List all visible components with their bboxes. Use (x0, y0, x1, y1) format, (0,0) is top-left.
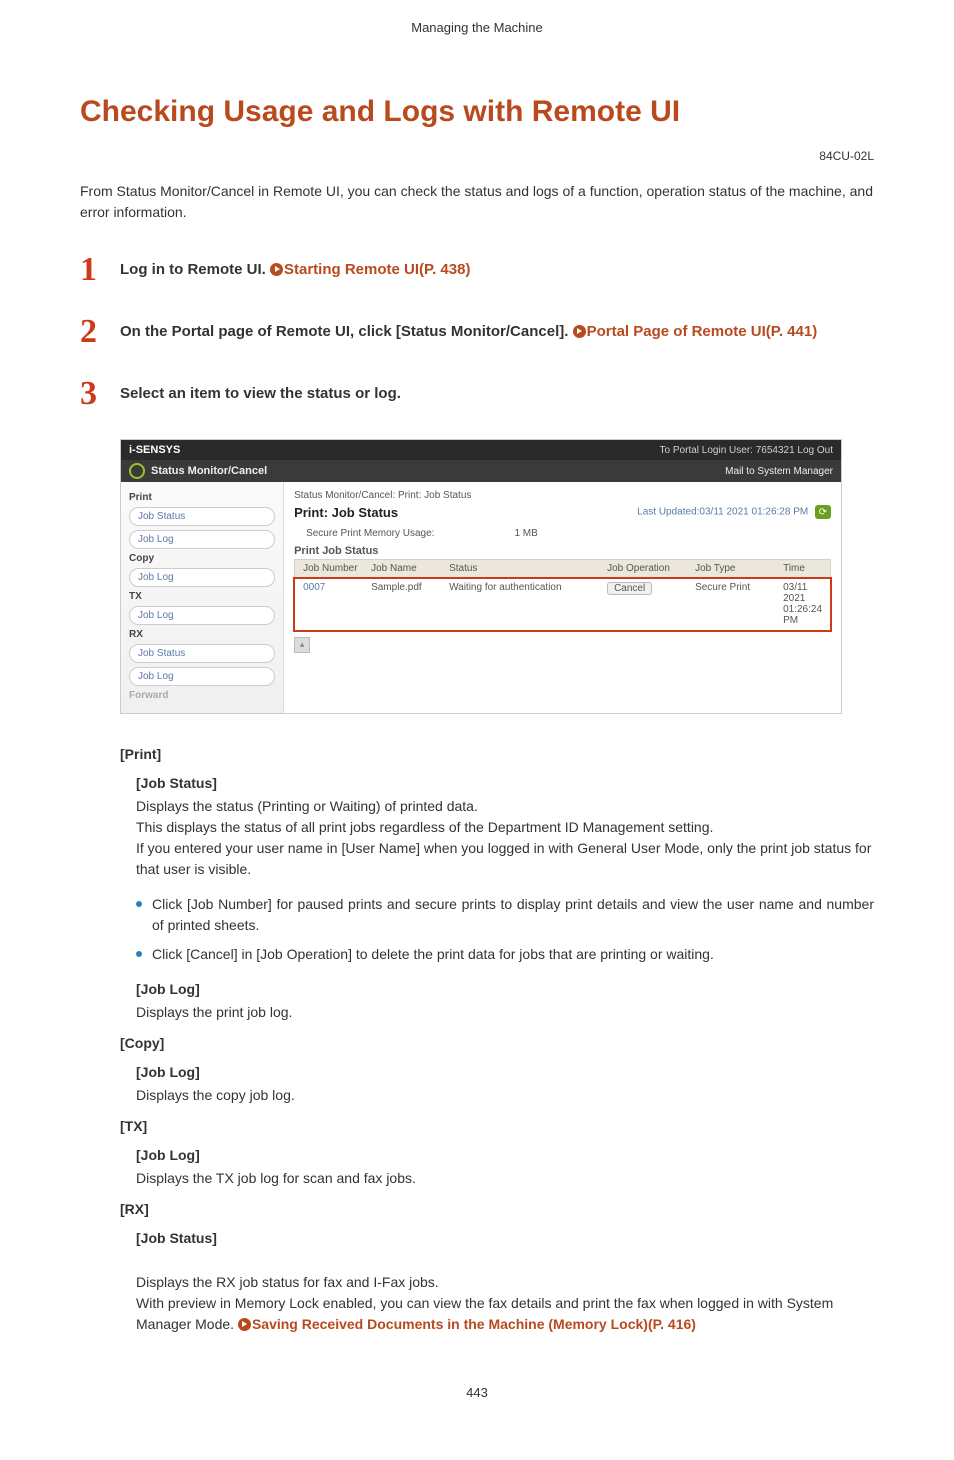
ss-mem-label: Secure Print Memory Usage: (306, 528, 434, 539)
def-print-jobstatus-body: Displays the status (Printing or Waiting… (136, 796, 874, 880)
cell-operation: Cancel (603, 582, 691, 626)
step-link[interactable]: Portal Page of Remote UI(P. 441) (587, 323, 818, 340)
def-print-joblog-body: Displays the print job log. (136, 1002, 874, 1023)
ss-sidebar: Print Job Status Job Log Copy Job Log TX… (121, 482, 284, 713)
ss-side-group: RX (129, 629, 275, 640)
ss-side-item: Job Status (129, 507, 275, 526)
step-2: 2 On the Portal page of Remote UI, click… (80, 315, 874, 349)
cell-job-number: 0007 (299, 582, 367, 626)
step-number: 3 (80, 377, 120, 411)
ss-mail-link: Mail to System Manager (725, 466, 833, 477)
gear-icon (129, 463, 145, 479)
intro-paragraph: From Status Monitor/Cancel in Remote UI,… (80, 181, 874, 223)
cell-time: 03/11 2021 01:26:24 PM (779, 582, 826, 626)
ss-heading: Print: Job Status (294, 505, 398, 520)
ss-breadcrumb: Status Monitor/Cancel: Print: Job Status (294, 490, 831, 501)
ss-section-bar: Status Monitor/Cancel Mail to System Man… (121, 460, 841, 482)
def-tx-joblog-body: Displays the TX job log for scan and fax… (136, 1168, 874, 1189)
ss-side-group: Forward (129, 690, 275, 701)
back-to-top-icon: ▴ (294, 637, 310, 653)
def-rx-link[interactable]: Saving Received Documents in the Machine… (252, 1316, 696, 1332)
ss-side-item: Job Log (129, 568, 275, 587)
ss-table-row: 0007 Sample.pdf Waiting for authenticati… (294, 578, 831, 631)
col-header: Status (445, 563, 603, 574)
step-text: On the Portal page of Remote UI, click [… (120, 323, 573, 340)
ss-side-group: Copy (129, 553, 275, 564)
bullet-item: Click [Job Number] for paused prints and… (136, 894, 874, 936)
ss-titlebar: i-SENSYS To Portal Login User: 7654321 L… (121, 440, 841, 460)
link-icon (573, 325, 586, 338)
step-body: On the Portal page of Remote UI, click [… (120, 315, 874, 344)
def-copy-heading: [Copy] (120, 1033, 874, 1054)
col-header: Job Name (367, 563, 445, 574)
ss-side-group: Print (129, 492, 275, 503)
ss-last-updated: Last Updated:03/11 2021 01:26:28 PM ⟳ (637, 505, 831, 524)
col-header: Job Number (299, 563, 367, 574)
ss-side-item: Job Log (129, 667, 275, 686)
def-rx-heading: [RX] (120, 1199, 874, 1220)
def-print-heading: [Print] (120, 744, 874, 765)
def-rx-jobstatus-heading: [Job Status] (136, 1228, 874, 1249)
step-text: Select an item to view the status or log… (120, 385, 401, 402)
def-tx-joblog-heading: [Job Log] (136, 1145, 874, 1166)
ss-footer: ▴ (294, 631, 831, 663)
ss-main: Status Monitor/Cancel: Print: Job Status… (284, 482, 841, 713)
ss-side-item: Job Log (129, 606, 275, 625)
cell-job-name: Sample.pdf (367, 582, 445, 626)
step-number: 2 (80, 315, 120, 349)
col-header: Time (779, 563, 826, 574)
page-number: 443 (80, 1385, 874, 1400)
ss-side-item: Job Log (129, 530, 275, 549)
ss-brand: i-SENSYS (129, 444, 180, 456)
step-body: Select an item to view the status or log… (120, 377, 874, 406)
ss-side-item: Job Status (129, 644, 275, 663)
step-body: Log in to Remote UI. Starting Remote UI(… (120, 253, 874, 282)
link-icon (270, 263, 283, 276)
def-copy-joblog-body: Displays the copy job log. (136, 1085, 874, 1106)
ss-side-group: TX (129, 591, 275, 602)
col-header: Job Operation (603, 563, 691, 574)
cancel-button: Cancel (607, 582, 652, 595)
ss-section-title: Status Monitor/Cancel (151, 465, 267, 477)
document-code: 84CU-02L (80, 149, 874, 163)
cell-type: Secure Print (691, 582, 779, 626)
ss-table-header: Job Number Job Name Status Job Operation… (294, 559, 831, 578)
step-number: 1 (80, 253, 120, 287)
def-rx-jobstatus-body: Displays the RX job status for fax and I… (136, 1251, 874, 1335)
running-header: Managing the Machine (80, 20, 874, 35)
step-1: 1 Log in to Remote UI. Starting Remote U… (80, 253, 874, 287)
def-copy-joblog-heading: [Job Log] (136, 1062, 874, 1083)
def-tx-heading: [TX] (120, 1116, 874, 1137)
refresh-icon: ⟳ (815, 505, 831, 519)
bullet-item: Click [Cancel] in [Job Operation] to del… (136, 944, 874, 965)
ss-mem-value: 1 MB (514, 528, 537, 539)
cell-status: Waiting for authentication (445, 582, 603, 626)
col-header: Job Type (691, 563, 779, 574)
def-print-joblog-heading: [Job Log] (136, 979, 874, 1000)
definitions: [Print] [Job Status] Displays the status… (120, 744, 874, 1335)
ss-top-right: To Portal Login User: 7654321 Log Out (660, 445, 833, 456)
step-3: 3 Select an item to view the status or l… (80, 377, 874, 411)
def-print-bullets: Click [Job Number] for paused prints and… (136, 894, 874, 965)
embedded-screenshot: i-SENSYS To Portal Login User: 7654321 L… (120, 439, 842, 714)
ss-table-title: Print Job Status (294, 545, 831, 557)
def-print-jobstatus-heading: [Job Status] (136, 773, 874, 794)
page-title: Checking Usage and Logs with Remote UI (80, 95, 874, 129)
step-text: Log in to Remote UI. (120, 261, 270, 278)
step-link[interactable]: Starting Remote UI(P. 438) (284, 261, 470, 278)
link-icon (238, 1318, 251, 1331)
